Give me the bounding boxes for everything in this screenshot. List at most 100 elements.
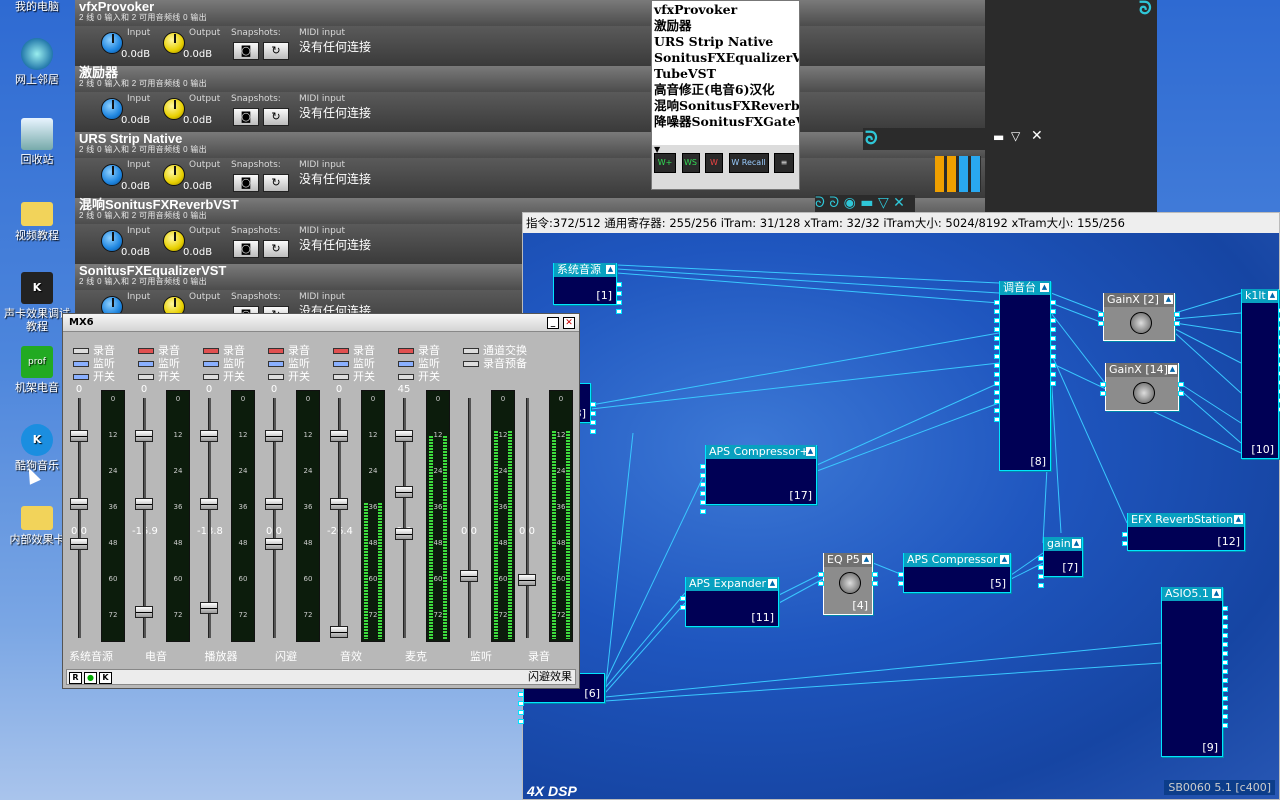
input-port[interactable] (994, 399, 1000, 404)
channel-fader[interactable] (518, 574, 536, 586)
node-menu-icon[interactable]: ▲ (1268, 291, 1277, 300)
input-port[interactable] (994, 318, 1000, 323)
output-port[interactable] (872, 572, 878, 577)
input-port[interactable] (700, 509, 706, 514)
input-port[interactable] (818, 572, 824, 577)
output-port[interactable] (872, 581, 878, 586)
minimize-icon[interactable]: ▽ (1011, 129, 1020, 143)
node-menu-icon[interactable]: ▲ (1000, 555, 1009, 564)
output-port[interactable] (1222, 633, 1228, 638)
k-mode-button[interactable]: K (99, 672, 112, 684)
snapshot-reload-button[interactable]: ↻ (263, 174, 289, 192)
input-port[interactable] (1122, 532, 1128, 537)
output-port[interactable] (616, 282, 622, 287)
snapshot-reload-button[interactable]: ↻ (263, 42, 289, 60)
input-port[interactable] (1038, 556, 1044, 561)
node-menu-icon[interactable]: ▲ (806, 447, 815, 456)
add-wrapper-button[interactable]: W+ (654, 153, 676, 173)
output-port[interactable] (1222, 705, 1228, 710)
output-port[interactable] (1050, 318, 1056, 323)
input-port[interactable] (700, 464, 706, 469)
upper-fader[interactable] (265, 430, 283, 442)
node-menu-icon[interactable]: ▲ (1212, 589, 1221, 598)
channel-toggle[interactable]: 开关 (398, 368, 440, 384)
input-knob[interactable] (101, 98, 123, 120)
node-menu-icon[interactable]: ▲ (1040, 283, 1049, 292)
channel-toggle[interactable]: 开关 (333, 368, 375, 384)
output-port[interactable] (1178, 382, 1184, 387)
output-port[interactable] (1050, 372, 1056, 377)
output-port[interactable] (1222, 669, 1228, 674)
output-port[interactable] (1222, 687, 1228, 692)
upper-fader[interactable] (70, 430, 88, 442)
input-knob[interactable] (101, 230, 123, 252)
dsp-node[interactable]: gain ▲ [7] (1038, 537, 1083, 588)
output-port[interactable] (1050, 363, 1056, 368)
channel-fader[interactable] (330, 626, 348, 638)
input-port[interactable] (680, 596, 686, 601)
status-button[interactable]: ● (84, 672, 97, 684)
channel-toggle[interactable]: 开关 (73, 368, 115, 384)
desktop-icon-recycle-bin[interactable]: 回收站 (4, 118, 70, 166)
output-port[interactable] (590, 420, 596, 425)
channel-fader[interactable] (200, 602, 218, 614)
output-port[interactable] (1222, 624, 1228, 629)
dsp-node[interactable]: GainX [14] ▲ (1100, 363, 1184, 411)
output-port[interactable] (590, 411, 596, 416)
input-port[interactable] (994, 300, 1000, 305)
input-port[interactable] (1100, 391, 1106, 396)
input-port[interactable] (994, 372, 1000, 377)
input-port[interactable] (700, 473, 706, 478)
input-port[interactable] (700, 491, 706, 496)
upper-fader[interactable] (330, 430, 348, 442)
dsp-node[interactable]: APS Compressor+ ▲ [17] (700, 445, 817, 514)
desktop-icon-kugou[interactable]: K 酷狗音乐 (4, 424, 70, 472)
output-port[interactable] (1178, 391, 1184, 396)
input-port[interactable] (898, 572, 904, 577)
output-port[interactable] (1050, 327, 1056, 332)
output-port[interactable] (1222, 723, 1228, 728)
mid-fader[interactable] (330, 498, 348, 510)
snapshot-camera-button[interactable]: ◙ (233, 108, 259, 126)
desktop-icon-soundcard-tutorial[interactable]: K 声卡效果调试教程 (4, 272, 70, 333)
output-port[interactable] (1050, 345, 1056, 350)
input-port[interactable] (994, 354, 1000, 359)
input-port[interactable] (994, 345, 1000, 350)
input-port[interactable] (1038, 565, 1044, 570)
desktop-icon-internal-fx[interactable]: 内部效果卡 (4, 500, 70, 546)
channel-toggle[interactable]: 开关 (268, 368, 310, 384)
mid-fader[interactable] (135, 498, 153, 510)
upper-fader[interactable] (395, 430, 413, 442)
snapshot-camera-button[interactable]: ◙ (233, 240, 259, 258)
gain-knob-icon[interactable] (1130, 312, 1152, 334)
gain-knob-icon[interactable] (1133, 382, 1155, 404)
output-knob[interactable] (163, 164, 185, 186)
input-port[interactable] (994, 363, 1000, 368)
input-port[interactable] (1098, 312, 1104, 317)
gain-knob-icon[interactable] (839, 572, 861, 594)
channel-toggle[interactable]: 开关 (138, 368, 180, 384)
close-icon[interactable]: ✕ (1031, 128, 1043, 144)
snapshot-reload-button[interactable]: ↻ (263, 108, 289, 126)
output-port[interactable] (1222, 678, 1228, 683)
mid-fader[interactable] (70, 498, 88, 510)
input-port[interactable] (994, 390, 1000, 395)
plugin-menu-item[interactable]: 高音修正(电音6)汉化 (654, 82, 797, 98)
input-port[interactable] (518, 701, 524, 706)
plugin-menu-item[interactable]: URS Strip Native (654, 34, 797, 50)
input-port[interactable] (818, 581, 824, 586)
plugin-menu-item[interactable]: 混响SonitusFXReverbVST (654, 98, 799, 114)
dsp-node[interactable]: APS Compressor ▲ [5] (898, 553, 1011, 593)
output-port[interactable] (1174, 312, 1180, 317)
input-port[interactable] (518, 719, 524, 724)
input-port[interactable] (1038, 574, 1044, 579)
rec-mode-button[interactable]: R (69, 672, 82, 684)
wrapper-remove-button[interactable]: W (705, 153, 723, 173)
channel-toggle[interactable]: 开关 (203, 368, 245, 384)
output-port[interactable] (1050, 300, 1056, 305)
recall-button[interactable]: W Recall (728, 153, 769, 173)
channel-fader[interactable] (395, 528, 413, 540)
output-knob[interactable] (163, 98, 185, 120)
input-port[interactable] (1098, 321, 1104, 326)
input-port[interactable] (700, 500, 706, 505)
